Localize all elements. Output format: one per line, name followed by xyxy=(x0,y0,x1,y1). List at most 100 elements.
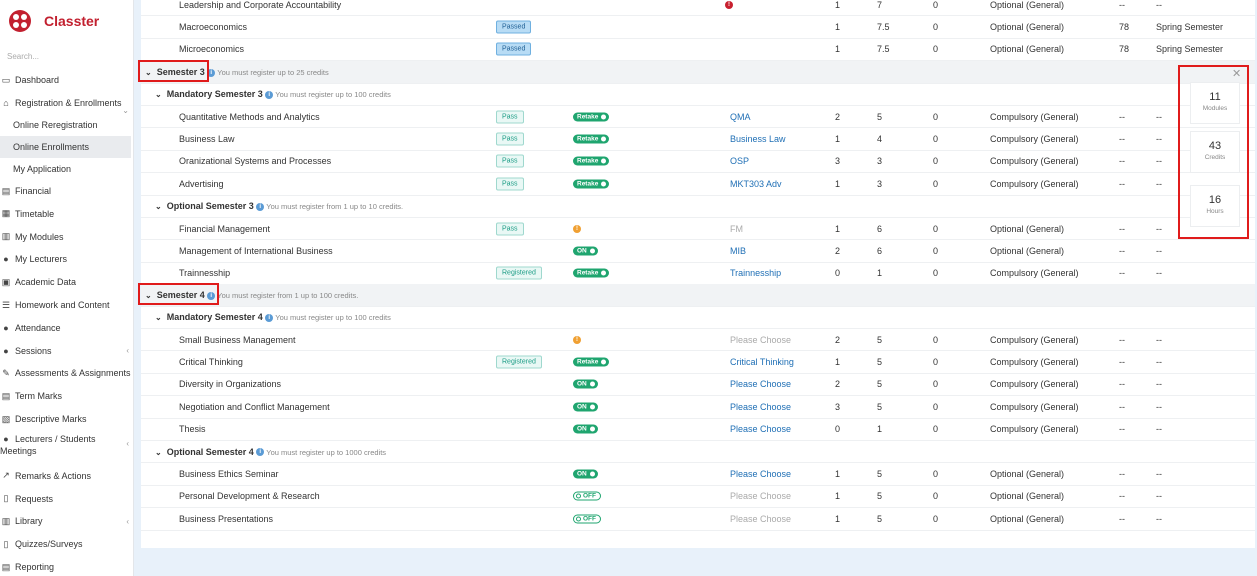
group-title[interactable]: ⌄ Mandatory Semester 4 i You must register… xyxy=(155,312,391,322)
highlight-semester-4 xyxy=(138,283,219,305)
module-code-link[interactable]: Business Law xyxy=(730,134,786,144)
semester-header[interactable]: ⌄ Semester 4 i You must register from 1 up… xyxy=(141,284,1255,307)
enroll-toggle[interactable]: ON xyxy=(573,469,598,479)
modules-label: Modules xyxy=(1202,105,1228,112)
group-hint: You must register up to 1000 credits xyxy=(266,447,387,457)
grade: -- xyxy=(1119,513,1125,524)
nav-online-enrollments[interactable]: Online Enrollments xyxy=(0,136,131,158)
nav-reporting[interactable]: ▤ Reporting xyxy=(0,556,133,576)
retake-toggle[interactable]: Retake xyxy=(573,156,610,166)
retake-toggle[interactable]: Retake xyxy=(573,357,610,367)
nav-quizzes[interactable]: ▯ Quizzes/Surveys xyxy=(0,533,133,556)
module-select[interactable]: Please Choose xyxy=(730,335,791,345)
grade: -- xyxy=(1119,424,1125,435)
module-code-link[interactable]: QMA xyxy=(730,112,751,122)
semester: -- xyxy=(1156,111,1162,122)
nav-academic-data[interactable]: ▣ Academic Data xyxy=(0,271,133,294)
module-select[interactable]: Please Choose xyxy=(730,424,791,434)
cell: 1 xyxy=(835,22,841,33)
nav-term-marks[interactable]: ▤ Term Marks xyxy=(0,385,133,408)
module-select[interactable]: Please Choose xyxy=(730,469,791,479)
group-header[interactable]: ⌄ Mandatory Semester 4 i You must register… xyxy=(141,306,1255,329)
semester-header[interactable]: ⌄ Semester 3 i You must register up to 25 … xyxy=(141,61,1255,84)
module-code-link[interactable]: OSP xyxy=(730,156,749,166)
table-row: Oranizational Systems and Processes Pass… xyxy=(141,151,1255,174)
nav-registration[interactable]: ⌂ Registration & Enrollments ⌄ xyxy=(0,92,133,115)
toggle-label: OFF xyxy=(583,515,596,523)
group-header[interactable]: ⌄ Optional Semester 3 i You must register … xyxy=(141,195,1255,218)
nav-my-application[interactable]: My Application xyxy=(0,158,133,180)
nav-my-modules[interactable]: ▥ My Modules xyxy=(0,225,133,248)
table-row: Leadership and Corporate Accountability … xyxy=(141,0,1255,17)
error-icon[interactable]: ! xyxy=(725,0,733,9)
grade: -- xyxy=(1119,491,1125,502)
nav-my-lecturers[interactable]: ● My Lecturers xyxy=(0,248,133,271)
module-select[interactable]: Please Choose xyxy=(730,379,791,389)
book-open-icon: ▤ xyxy=(1,390,11,401)
grade: -- xyxy=(1119,357,1125,368)
cell: 1 xyxy=(877,424,883,435)
enroll-toggle[interactable]: OFF xyxy=(573,491,601,501)
retake-toggle[interactable]: Retake xyxy=(573,134,610,144)
group-title[interactable]: ⌄ Mandatory Semester 3 i You must register… xyxy=(155,89,391,99)
table-row: Business Presentations OFF Please Choose… xyxy=(141,508,1255,531)
group-header[interactable]: ⌄ Optional Semester 4 i You must register … xyxy=(141,441,1255,464)
chevron-down-icon: ⌄ xyxy=(122,105,129,115)
nav-requests[interactable]: ▯ Requests xyxy=(0,487,133,510)
status-badge: Pass xyxy=(496,132,524,146)
retake-toggle[interactable]: Retake xyxy=(573,179,610,189)
enroll-toggle[interactable]: OFF xyxy=(573,514,601,524)
module-type: Optional (General) xyxy=(990,469,1065,480)
module-name: Management of International Business xyxy=(179,246,333,257)
cell: 2 xyxy=(835,246,841,257)
cell: 5 xyxy=(877,111,883,122)
module-select[interactable]: Please Choose xyxy=(730,514,791,524)
group-title[interactable]: ⌄ Optional Semester 4 i You must register … xyxy=(155,447,386,457)
retake-toggle[interactable]: Retake xyxy=(573,112,610,122)
module-select[interactable]: Please Choose xyxy=(730,491,791,501)
nav-meetings[interactable]: ● Lecturers / Students Meetings ‹ xyxy=(0,430,133,464)
module-type: Optional (General) xyxy=(990,0,1065,10)
toggle-label: Retake xyxy=(577,157,599,165)
info-icon[interactable]: i xyxy=(265,313,274,322)
library-icon: ▥ xyxy=(1,515,11,526)
nav-assessments[interactable]: ✎ Assessments & Assignments xyxy=(0,362,133,385)
nav-dashboard[interactable]: ▭ Dashboard xyxy=(0,69,133,92)
module-code-link[interactable]: FM xyxy=(730,224,743,234)
table-row: Diversity in Organizations ON Please Cho… xyxy=(141,374,1255,397)
module-code-link[interactable]: MIB xyxy=(730,246,746,256)
enroll-toggle[interactable]: ON xyxy=(573,424,598,434)
logo[interactable]: Classter xyxy=(0,0,133,42)
module-select[interactable]: Please Choose xyxy=(730,402,791,412)
enroll-toggle[interactable]: ON xyxy=(573,246,598,256)
warning-icon[interactable]: ! xyxy=(573,335,581,344)
nav-descriptive-marks[interactable]: ▧ Descriptive Marks xyxy=(0,408,133,431)
table-row: Trainnesship Registered Retake Trainness… xyxy=(141,263,1255,286)
nav-sessions[interactable]: ● Sessions ‹ xyxy=(0,339,133,362)
enroll-toggle[interactable]: ON xyxy=(573,379,598,389)
nav-online-reregistration[interactable]: Online Reregistration xyxy=(0,115,133,137)
nav-homework[interactable]: ☰ Homework and Content xyxy=(0,294,133,317)
nav-library[interactable]: ▥ Library ‹ xyxy=(0,510,133,533)
module-code-link[interactable]: Critical Thinking xyxy=(730,357,794,367)
nav-remarks[interactable]: ↗ Remarks & Actions xyxy=(0,464,133,487)
toggle-label: Retake xyxy=(577,180,599,188)
nav-timetable[interactable]: ▦ Timetable xyxy=(0,202,133,225)
module-name: Quantitative Methods and Analytics xyxy=(179,111,320,122)
module-code-link[interactable]: Trainnesship xyxy=(730,268,781,278)
semester: -- xyxy=(1156,0,1162,10)
search-input[interactable]: Search... xyxy=(0,42,133,69)
retake-toggle[interactable]: Retake xyxy=(573,268,610,278)
info-icon[interactable]: i xyxy=(265,90,274,99)
info-icon[interactable]: i xyxy=(256,202,265,211)
info-icon[interactable]: i xyxy=(256,448,265,457)
enroll-toggle[interactable]: ON xyxy=(573,402,598,412)
nav-attendance[interactable]: ● Attendance xyxy=(0,316,133,339)
module-code-link[interactable]: MKT303 Adv xyxy=(730,179,782,189)
warning-icon[interactable]: ! xyxy=(573,224,581,233)
group-header[interactable]: ⌄ Mandatory Semester 3 i You must register… xyxy=(141,83,1255,106)
cell: 5 xyxy=(877,491,883,502)
module-name: Business Ethics Seminar xyxy=(179,469,279,480)
nav-financial[interactable]: ▤ Financial xyxy=(0,180,133,203)
group-title[interactable]: ⌄ Optional Semester 3 i You must register … xyxy=(155,201,403,211)
